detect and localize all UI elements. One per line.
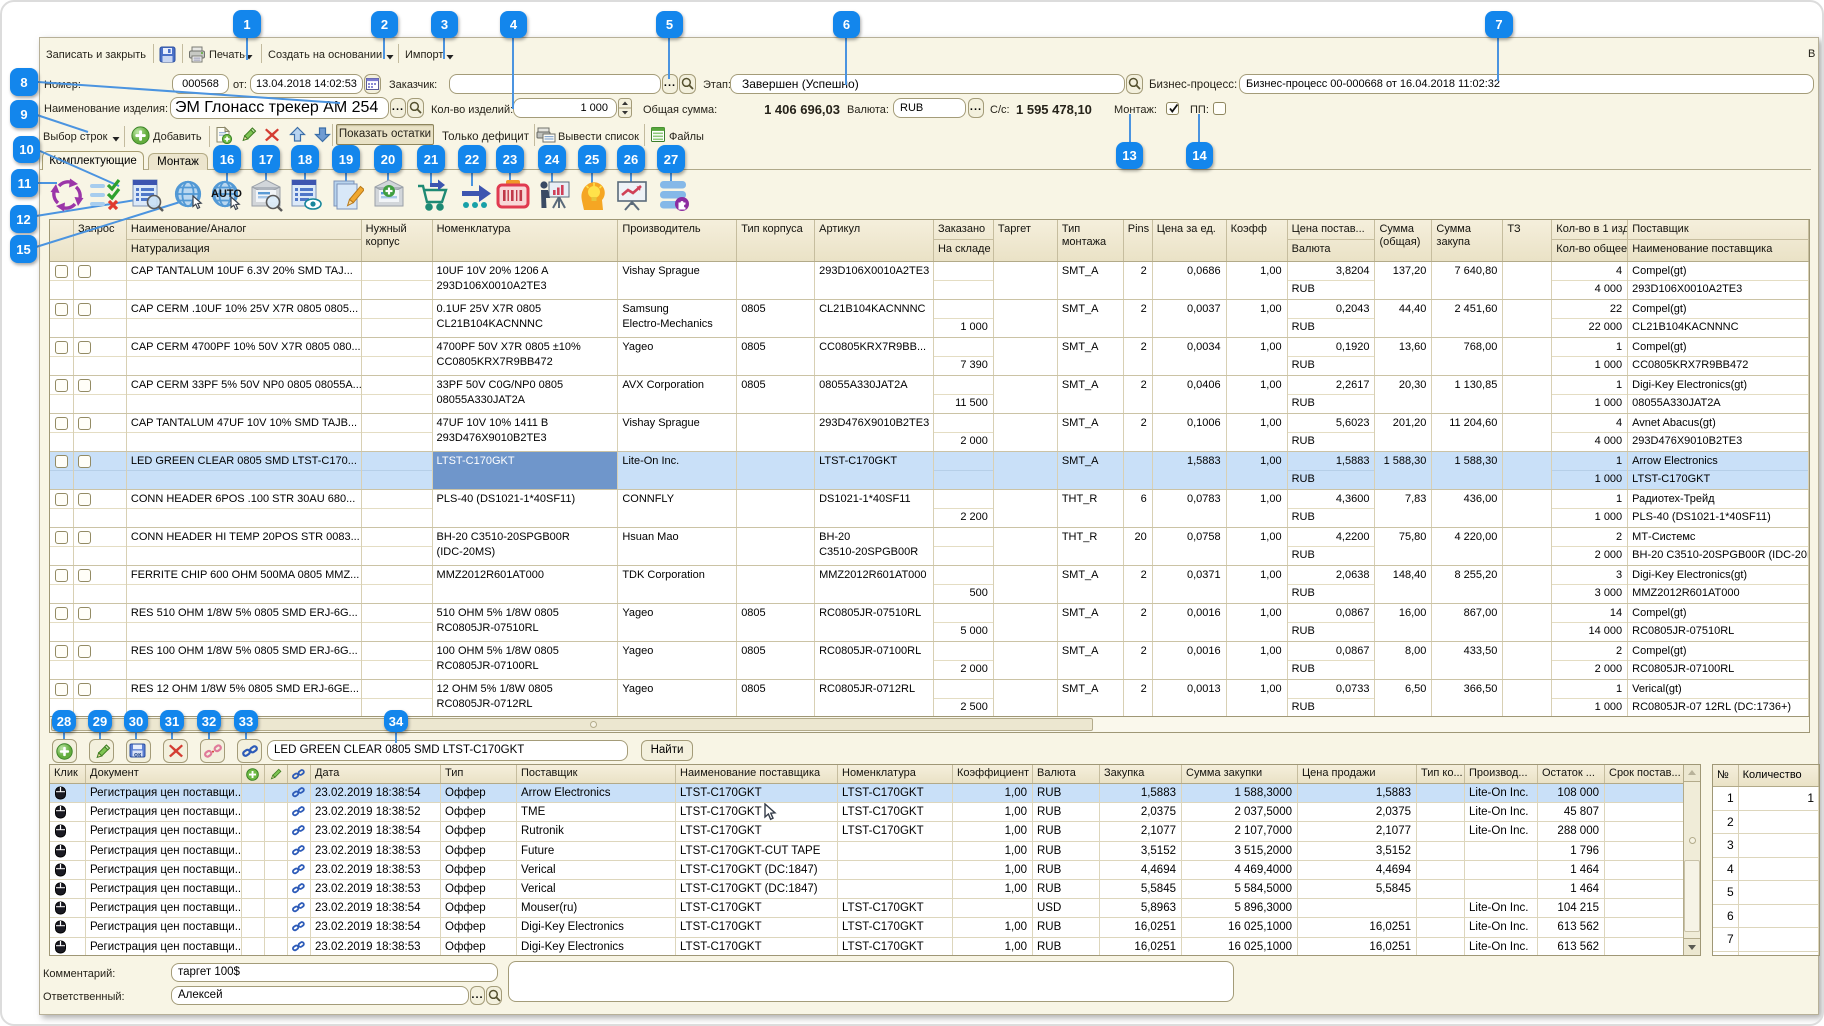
- svg-text:AUTO: AUTO: [211, 188, 242, 200]
